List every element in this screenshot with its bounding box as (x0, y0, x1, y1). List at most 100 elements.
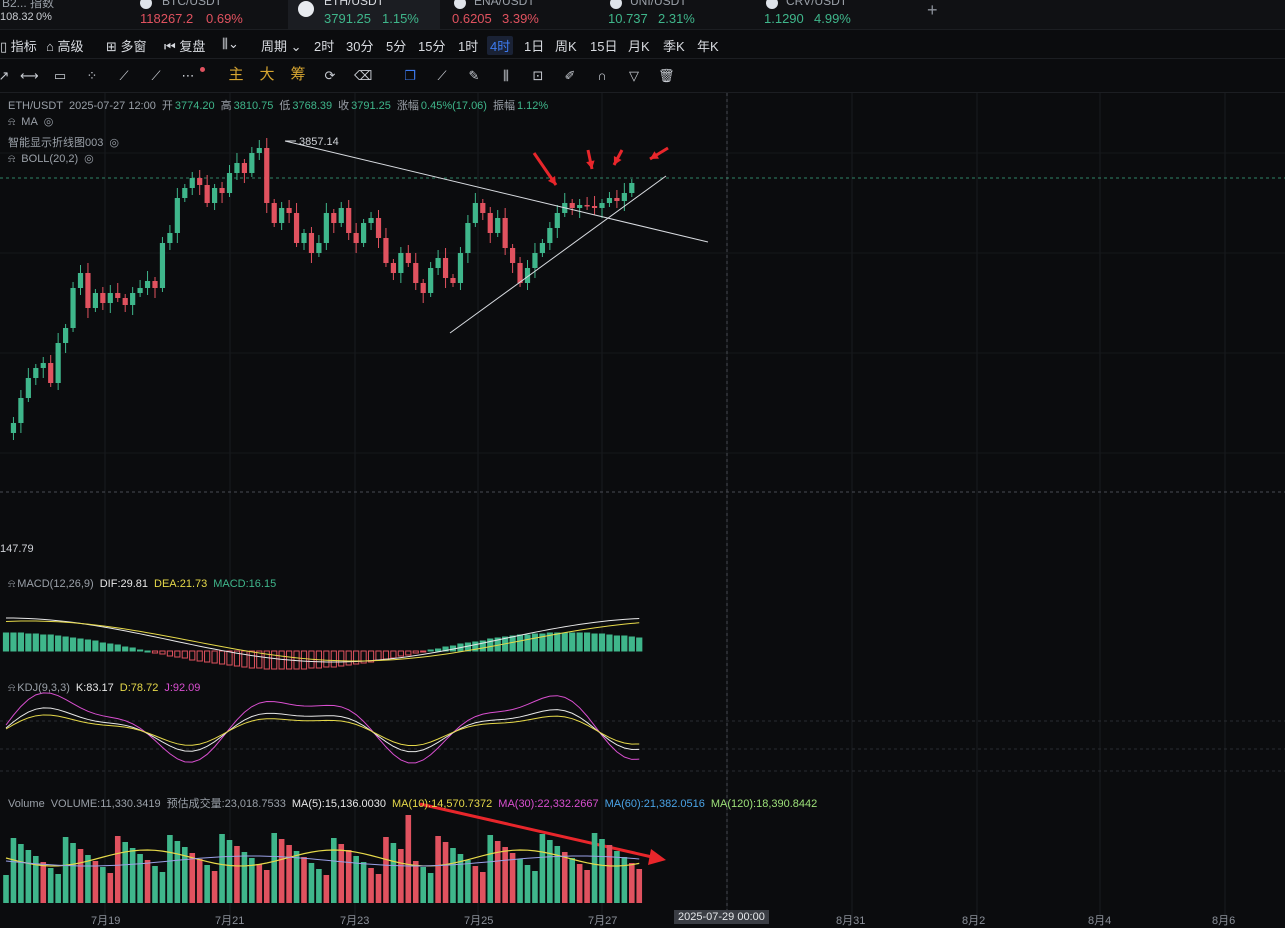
ticker-btc[interactable]: BTC/USDT 118267.2 0.69% (130, 0, 280, 29)
volume-bar (420, 867, 426, 903)
interval-year[interactable]: 年K (697, 36, 719, 55)
volume-bar (509, 853, 516, 903)
candle (413, 263, 419, 283)
ticker-uni[interactable]: UNI/USDT 10.737 2.31% (600, 0, 750, 29)
macd-bar (420, 650, 427, 653)
candle-icon[interactable]: ⫼ (498, 68, 514, 84)
more-icon[interactable]: ⋯ (180, 68, 196, 84)
multi-window-button[interactable]: ⊞ 多窗 (106, 36, 147, 55)
volume-bar (636, 869, 643, 903)
copy-icon[interactable]: ❐ (402, 68, 418, 84)
index-ticker[interactable]: B2... 指数 108.32 0% (0, 0, 126, 29)
legend-low: 3768.39 (292, 100, 333, 112)
macd-bar (628, 636, 635, 652)
interval-4h[interactable]: 4时 (487, 36, 514, 55)
candle (85, 273, 91, 308)
ticker-ena[interactable]: ENA/USDT 0.6205 3.39% (446, 0, 596, 29)
volume-bar (263, 870, 270, 903)
big-order-button[interactable]: 大 (259, 67, 275, 83)
macd-bar (137, 649, 144, 652)
candle (301, 233, 307, 243)
candle (398, 253, 404, 273)
kdj-legend[interactable]: ⍾ KDJ(9,3,3) K:83.17 D:78.72 J:92.09 (8, 682, 206, 695)
macd-bar (69, 637, 77, 652)
macd-bar (174, 650, 181, 658)
legend-change: 0.45%(17.06) (420, 100, 487, 112)
pen-icon[interactable]: ✎ (466, 68, 482, 84)
ticker-eth[interactable]: ETH/USDT 3791.25 1.15% (288, 0, 440, 29)
candle (629, 183, 635, 193)
lock-icon[interactable]: ⊡ (530, 68, 546, 84)
advanced-icon: ⌂ (46, 39, 58, 54)
macd-bar (338, 650, 345, 667)
candle (346, 208, 352, 233)
ruler-icon[interactable]: ⟋ (434, 68, 450, 84)
ticker-change: 2.31% (658, 11, 695, 26)
interval-30m[interactable]: 30分 (346, 36, 373, 55)
bell-icon: ⍾ (8, 153, 16, 165)
macd-bar (598, 633, 606, 652)
boll-legend[interactable]: ⍾ BOLL(20,2) ◎ (8, 152, 100, 166)
smart-line-legend[interactable]: 智能显示折线图003 ◎ (8, 134, 125, 150)
macd-bar (2, 632, 10, 652)
coin-icon (140, 0, 152, 9)
horizontal-line-icon[interactable]: ⟷ (20, 68, 39, 84)
main-indicator-button[interactable]: 主 (228, 67, 244, 83)
chart-type-button[interactable]: ⫼⌄ (222, 36, 239, 52)
interval-1d[interactable]: 1日 (524, 36, 544, 55)
interval-2h[interactable]: 2时 (314, 36, 334, 55)
macd-bar (636, 637, 643, 652)
pattern-icon[interactable]: ⁘ (84, 68, 100, 84)
macd-bar (345, 650, 352, 666)
volume-bar (621, 857, 628, 903)
interval-toolbar: ▯ 指标 ⌂ 高级 ⊞ 多窗 ⏮ 复盘 ⫼⌄ 周期 ⌄ 2时 30分 5分 15… (0, 30, 1285, 59)
volume-bar (137, 854, 143, 903)
volume-pane (3, 815, 643, 903)
volume-bar (435, 836, 441, 903)
interval-1w[interactable]: 周K (555, 36, 577, 55)
advanced-button[interactable]: ⌂ 高级 (46, 36, 83, 55)
interval-15m[interactable]: 15分 (418, 36, 445, 55)
replay-button[interactable]: ⏮ 复盘 (164, 36, 205, 55)
eye-icon: ◎ (84, 153, 94, 165)
volume-bar (539, 834, 546, 903)
index-value: 108.32 (0, 11, 34, 23)
volume-bar (472, 866, 479, 903)
trash-icon[interactable]: 🗑 (658, 68, 675, 84)
eraser-icon[interactable]: ⌫ (354, 68, 372, 84)
trend-line-icon[interactable]: ⟋ (148, 68, 164, 84)
candle (40, 363, 46, 368)
macd-bar (621, 635, 628, 652)
period-dropdown[interactable]: 周期 ⌄ (261, 36, 302, 55)
macd-legend[interactable]: ⍾ MACD(12,26,9) DIF:29.81 DEA:21.73 MACD:16.… (8, 578, 282, 591)
add-ticker-button[interactable]: + (927, 0, 938, 21)
chips-button[interactable]: 筹 (290, 67, 306, 83)
refresh-icon[interactable]: ⟳ (322, 68, 338, 84)
interval-15d[interactable]: 15日 (590, 36, 617, 55)
interval-5m[interactable]: 5分 (386, 36, 406, 55)
indicators-button[interactable]: ▯ 指标 (0, 36, 37, 55)
ma-legend[interactable]: ⍾ MA ◎ (8, 115, 59, 129)
candle (189, 178, 195, 188)
x-axis-label: 7月19 (91, 915, 121, 927)
volume-bar (293, 851, 300, 903)
x-axis-label: 7月25 (464, 915, 494, 927)
volume-bar (368, 868, 374, 903)
volume-bar (450, 848, 456, 903)
cursor-icon[interactable]: ↗ (0, 68, 12, 84)
volume-legend[interactable]: Volume VOLUME:11,330.3419 预估成交量:23,018.753… (8, 795, 823, 811)
interval-1M[interactable]: 月K (628, 36, 650, 55)
edit-icon[interactable]: ✐ (562, 68, 578, 84)
magnet-icon[interactable]: ∩ (594, 68, 610, 84)
ray-icon[interactable]: ⟋ (116, 68, 132, 84)
macd-bar (509, 635, 516, 652)
candlestick-series (10, 138, 635, 440)
ticker-crv[interactable]: CRV/USDT 1.1290 4.99% (756, 0, 906, 29)
candle (226, 173, 233, 193)
filter-icon[interactable]: ▽ (626, 68, 642, 84)
interval-1h[interactable]: 1时 (458, 36, 478, 55)
macd-bar (248, 650, 255, 669)
volume-bar (167, 835, 173, 903)
rectangle-icon[interactable]: ▭ (52, 68, 68, 84)
interval-quarter[interactable]: 季K (663, 36, 685, 55)
